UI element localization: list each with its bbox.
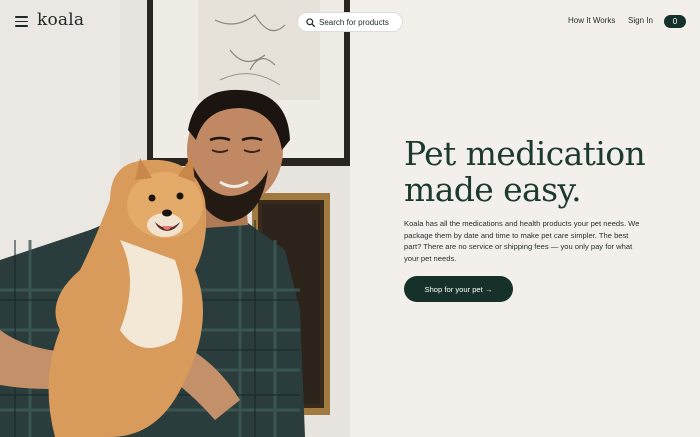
hero-headline-line-2: made easy. [404, 170, 582, 209]
hero-headline: Pet medication made easy. [404, 136, 694, 208]
cart-button[interactable]: 0 [664, 15, 686, 28]
hero-headline-line-1: Pet medication [404, 134, 646, 173]
shop-for-your-pet-button[interactable]: Shop for your pet → [404, 276, 513, 302]
cart-count: 0 [672, 17, 678, 26]
hero-image [0, 0, 350, 437]
nav-sign-in[interactable]: Sign In [628, 16, 653, 25]
hero-description: Koala has all the medications and health… [404, 219, 640, 263]
search-icon [306, 17, 315, 27]
search-input[interactable]: Search for products [297, 12, 403, 32]
hamburger-menu-icon[interactable] [15, 16, 28, 27]
search-placeholder: Search for products [319, 17, 389, 27]
logo[interactable]: koala [37, 10, 84, 30]
nav-how-it-works[interactable]: How It Works [568, 16, 615, 25]
